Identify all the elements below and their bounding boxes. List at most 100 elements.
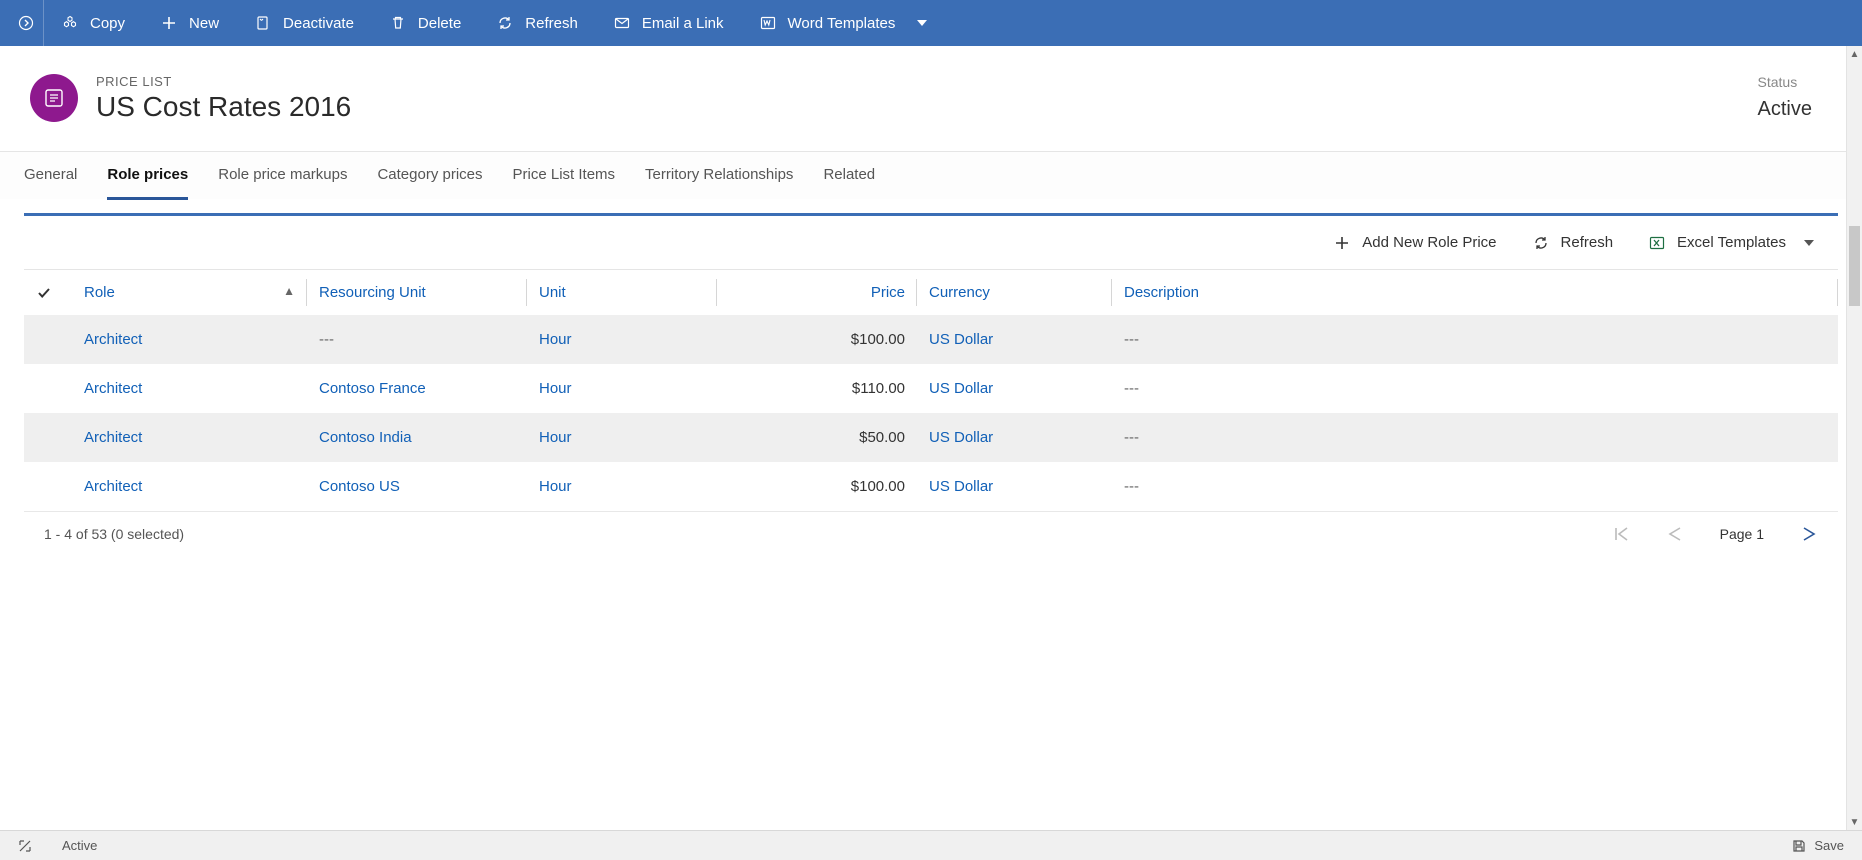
cell-price: $50.00 bbox=[717, 413, 917, 462]
tab-territory-relationships[interactable]: Territory Relationships bbox=[645, 152, 793, 200]
cell-price: $100.00 bbox=[717, 315, 917, 364]
col-unit[interactable]: Unit bbox=[527, 270, 717, 315]
page-main: PRICE LIST US Cost Rates 2016 Status Act… bbox=[0, 46, 1862, 830]
cell-price: $110.00 bbox=[717, 364, 917, 413]
email-icon bbox=[614, 15, 630, 31]
tab-price-list-items[interactable]: Price List Items bbox=[513, 152, 616, 200]
cell-unit[interactable]: Hour bbox=[527, 315, 717, 364]
scroll-down-icon: ▼ bbox=[1847, 814, 1862, 830]
save-label: Save bbox=[1814, 838, 1844, 853]
cell-currency[interactable]: US Dollar bbox=[917, 413, 1112, 462]
cell-price: $100.00 bbox=[717, 462, 917, 511]
refresh-icon bbox=[1533, 235, 1549, 251]
excel-templates-button[interactable]: Excel Templates bbox=[1633, 225, 1830, 261]
entity-avatar bbox=[30, 74, 78, 122]
trash-icon bbox=[390, 15, 406, 31]
cell-currency[interactable]: US Dollar bbox=[917, 315, 1112, 364]
cell-currency[interactable]: US Dollar bbox=[917, 462, 1112, 511]
check-icon bbox=[36, 285, 52, 301]
table-row[interactable]: ArchitectContoso FranceHour$110.00US Dol… bbox=[24, 364, 1838, 413]
price-list-icon bbox=[43, 87, 65, 109]
prev-page-icon bbox=[1666, 526, 1684, 542]
next-page-icon bbox=[1800, 526, 1818, 542]
add-new-role-price-button[interactable]: Add New Role Price bbox=[1318, 225, 1512, 261]
grid-footer: 1 - 4 of 53 (0 selected) Page 1 bbox=[24, 511, 1838, 556]
copy-button[interactable]: Copy bbox=[44, 0, 143, 46]
deactivate-icon bbox=[255, 15, 271, 31]
cell-role[interactable]: Architect bbox=[72, 315, 307, 364]
status-bar: Active Save bbox=[0, 830, 1862, 860]
chevron-circled-icon bbox=[18, 15, 34, 31]
cell-role[interactable]: Architect bbox=[72, 462, 307, 511]
refresh-label: Refresh bbox=[525, 15, 578, 32]
cell-currency[interactable]: US Dollar bbox=[917, 364, 1112, 413]
row-checkbox[interactable] bbox=[24, 364, 72, 413]
role-prices-subgrid: Add New Role Price Refresh Excel Templat… bbox=[24, 213, 1838, 830]
scrollbar-thumb[interactable] bbox=[1849, 226, 1860, 306]
row-checkbox[interactable] bbox=[24, 315, 72, 364]
deactivate-button[interactable]: Deactivate bbox=[237, 0, 372, 46]
subgrid-refresh-label: Refresh bbox=[1561, 234, 1614, 251]
save-button[interactable]: Save bbox=[1792, 838, 1844, 853]
refresh-button[interactable]: Refresh bbox=[479, 0, 596, 46]
command-bar: Copy New Deactivate Delete Refresh Email… bbox=[0, 0, 1862, 46]
row-checkbox[interactable] bbox=[24, 413, 72, 462]
table-row[interactable]: ArchitectContoso IndiaHour$50.00US Dolla… bbox=[24, 413, 1838, 462]
cell-unit[interactable]: Hour bbox=[527, 364, 717, 413]
status-value: Active bbox=[1758, 98, 1812, 121]
page-title: US Cost Rates 2016 bbox=[96, 91, 1740, 123]
cell-role[interactable]: Architect bbox=[72, 364, 307, 413]
add-new-role-price-label: Add New Role Price bbox=[1362, 234, 1496, 251]
cell-resourcing-unit[interactable]: Contoso India bbox=[307, 413, 527, 462]
table-row[interactable]: ArchitectContoso USHour$100.00US Dollar-… bbox=[24, 462, 1838, 511]
sort-asc-icon: ▲ bbox=[283, 284, 295, 298]
cell-resourcing-unit[interactable]: Contoso France bbox=[307, 364, 527, 413]
excel-icon bbox=[1649, 235, 1665, 251]
scroll-up-icon: ▲ bbox=[1847, 46, 1862, 62]
cell-description: --- bbox=[1112, 462, 1838, 511]
col-price[interactable]: Price bbox=[717, 270, 917, 315]
tab-role-price-markups[interactable]: Role price markups bbox=[218, 152, 347, 200]
tab-role-prices[interactable]: Role prices bbox=[107, 152, 188, 200]
table-row[interactable]: Architect---Hour$100.00US Dollar--- bbox=[24, 315, 1838, 364]
tab-bar: General Role prices Role price markups C… bbox=[0, 151, 1862, 199]
email-link-button[interactable]: Email a Link bbox=[596, 0, 742, 46]
chevron-down-icon bbox=[917, 20, 927, 26]
cell-unit[interactable]: Hour bbox=[527, 413, 717, 462]
col-description[interactable]: Description bbox=[1112, 270, 1838, 315]
new-button[interactable]: New bbox=[143, 0, 237, 46]
vertical-scrollbar[interactable]: ▲ ▼ bbox=[1846, 46, 1862, 830]
copy-label: Copy bbox=[90, 15, 125, 32]
col-currency[interactable]: Currency bbox=[917, 270, 1112, 315]
cell-resourcing-unit[interactable]: Contoso US bbox=[307, 462, 527, 511]
col-role[interactable]: Role ▲ bbox=[72, 270, 307, 315]
page-label: Page 1 bbox=[1720, 526, 1764, 542]
plus-icon bbox=[161, 15, 177, 31]
delete-label: Delete bbox=[418, 15, 461, 32]
pager-prev-button[interactable] bbox=[1666, 526, 1684, 542]
word-templates-button[interactable]: Word Templates bbox=[742, 0, 946, 46]
new-label: New bbox=[189, 15, 219, 32]
refresh-icon bbox=[497, 15, 513, 31]
subgrid-refresh-button[interactable]: Refresh bbox=[1517, 225, 1630, 261]
deactivate-label: Deactivate bbox=[283, 15, 354, 32]
col-resourcing-unit[interactable]: Resourcing Unit bbox=[307, 270, 527, 315]
open-nav-button[interactable] bbox=[8, 0, 44, 46]
pager-next-button[interactable] bbox=[1800, 526, 1818, 542]
select-all-checkbox[interactable] bbox=[24, 270, 72, 315]
tab-related[interactable]: Related bbox=[823, 152, 875, 200]
cell-description: --- bbox=[1112, 364, 1838, 413]
cell-unit[interactable]: Hour bbox=[527, 462, 717, 511]
chevron-down-icon bbox=[1804, 240, 1814, 246]
pager-first-button[interactable] bbox=[1612, 526, 1630, 542]
row-checkbox[interactable] bbox=[24, 462, 72, 511]
tab-general[interactable]: General bbox=[24, 152, 77, 200]
delete-button[interactable]: Delete bbox=[372, 0, 479, 46]
plus-icon bbox=[1334, 235, 1350, 251]
word-icon bbox=[760, 15, 776, 31]
expand-icon[interactable] bbox=[18, 839, 32, 853]
role-prices-grid: Role ▲ Resourcing Unit Unit Price Curren… bbox=[24, 270, 1838, 511]
cell-role[interactable]: Architect bbox=[72, 413, 307, 462]
tab-category-prices[interactable]: Category prices bbox=[377, 152, 482, 200]
email-link-label: Email a Link bbox=[642, 15, 724, 32]
